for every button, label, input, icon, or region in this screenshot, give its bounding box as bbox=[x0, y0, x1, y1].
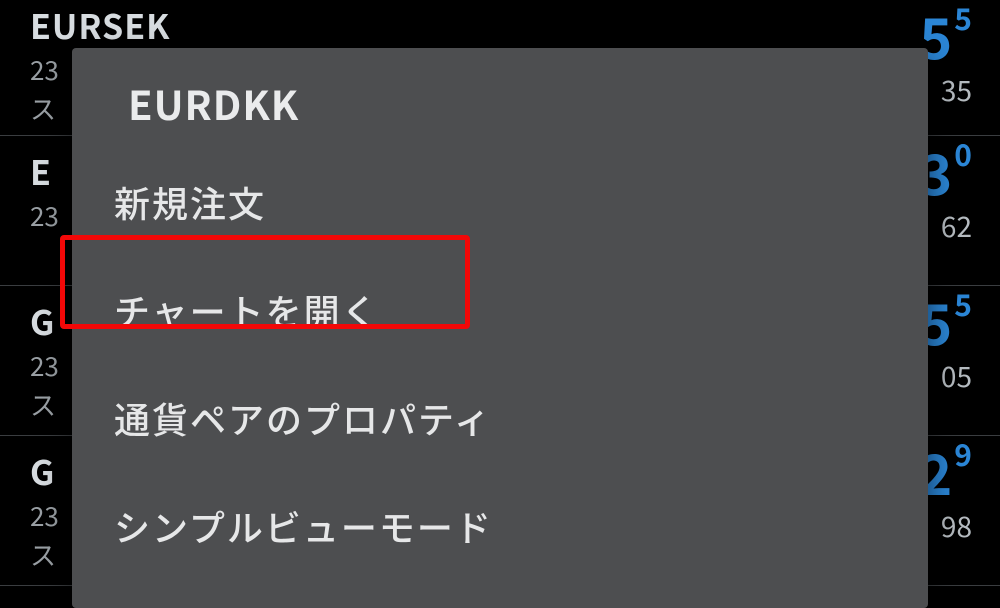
menu-item-new-order[interactable]: 新規注文 bbox=[72, 162, 928, 256]
menu-item-open-chart[interactable]: チャートを開く bbox=[72, 256, 928, 364]
menu-item-pair-properties[interactable]: 通貨ペアのプロパティ bbox=[72, 364, 928, 472]
symbol-price-sup: 5 bbox=[954, 281, 972, 325]
symbol-context-menu: EURDKK 新規注文 チャートを開く 通貨ペアのプロパティ シンプルビューモー… bbox=[72, 48, 928, 608]
symbol-ticker: EURSEK bbox=[30, 0, 970, 49]
symbol-price-sup: 0 bbox=[954, 131, 972, 175]
symbol-price-sup: 5 bbox=[954, 0, 972, 39]
symbol-price-sup: 9 bbox=[954, 431, 972, 475]
context-menu-title: EURDKK bbox=[72, 74, 928, 162]
menu-item-simple-view-mode[interactable]: シンプルビューモード bbox=[72, 472, 928, 580]
